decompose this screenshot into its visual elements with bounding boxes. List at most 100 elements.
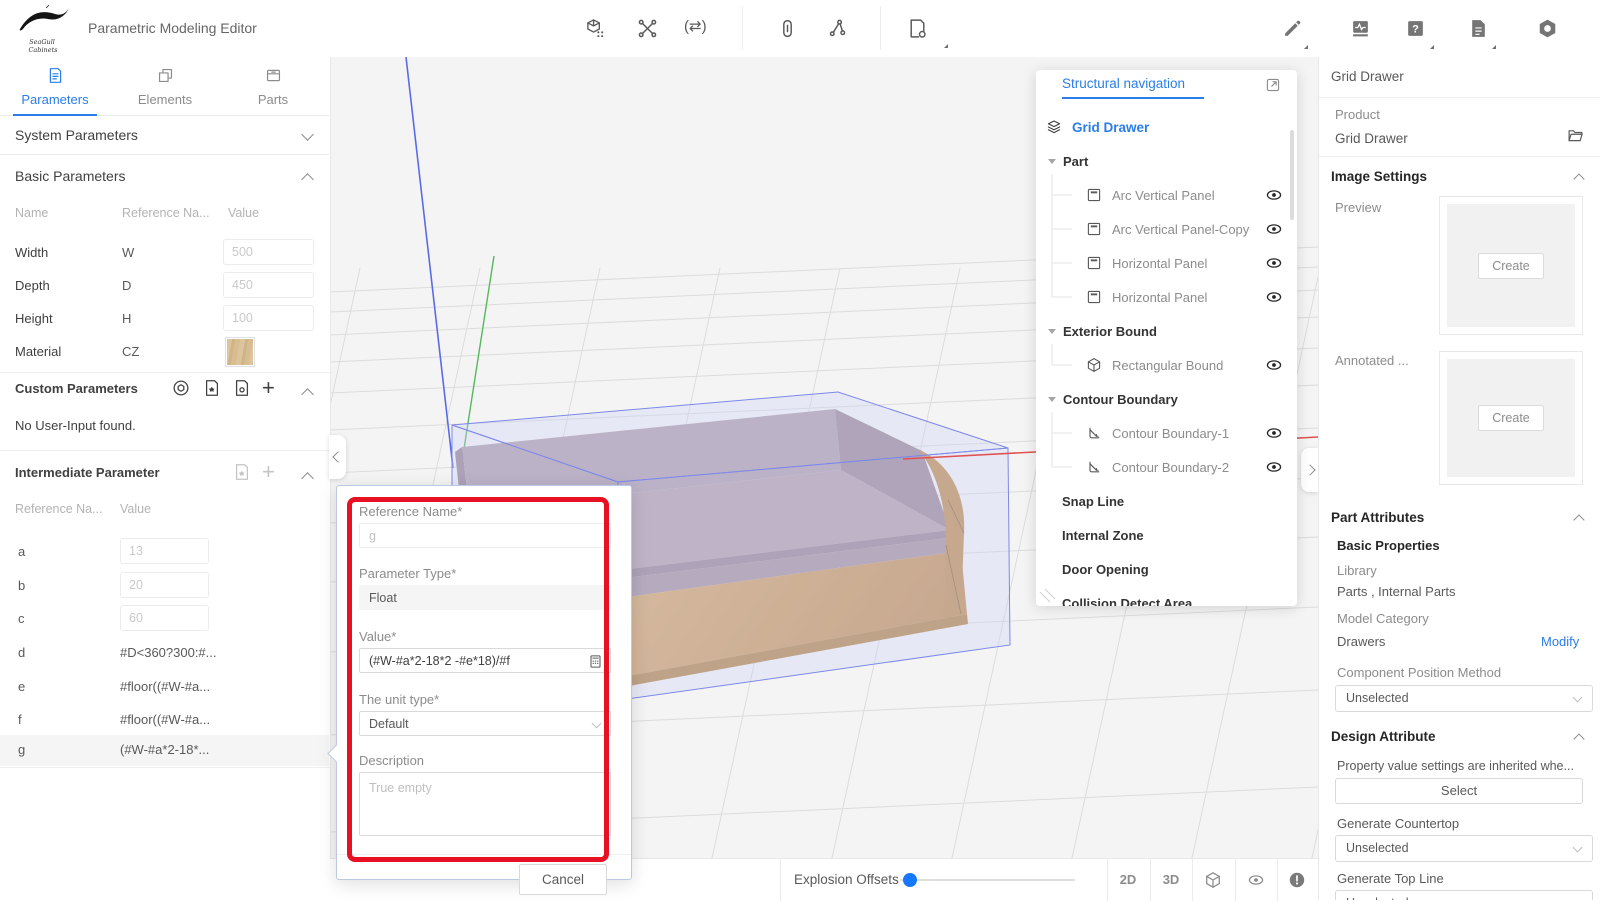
tree-group-exterior-bound[interactable]: Exterior Bound xyxy=(1036,314,1297,348)
document-settings-icon[interactable] xyxy=(907,18,928,39)
doc-save-icon[interactable] xyxy=(233,379,251,397)
value-input[interactable]: (#W-#a*2-18*2 -#e*18)/#f xyxy=(359,648,611,673)
create-annotated-button[interactable]: Create xyxy=(1478,405,1544,431)
edit-pencil-icon[interactable] xyxy=(1282,18,1303,39)
parts-drawer-icon xyxy=(265,67,282,84)
create-preview-button[interactable]: Create xyxy=(1478,253,1544,279)
tree-group-collision-detect-area[interactable]: Collision Detect Area xyxy=(1036,586,1297,606)
tree-item-arc-vertical-panel[interactable]: Arc Vertical Panel xyxy=(1036,178,1297,212)
custom-parameters-title: Custom Parameters xyxy=(15,381,138,396)
chevron-up-icon[interactable] xyxy=(301,173,314,186)
swap-icon[interactable]: (⇄) xyxy=(684,17,707,35)
view-2d-button[interactable]: 2D xyxy=(1107,859,1149,901)
chevron-up-icon[interactable] xyxy=(301,472,314,485)
visibility-eye-icon[interactable] xyxy=(1247,871,1265,889)
tab-elements-label: Elements xyxy=(138,92,192,107)
collapse-left-panel-handle[interactable] xyxy=(329,435,346,479)
help-icon[interactable]: ? xyxy=(1405,18,1426,39)
material-swatch[interactable] xyxy=(225,337,255,367)
expand-panel-icon[interactable] xyxy=(1265,77,1281,93)
inter-g-row-selected[interactable]: g (#W-#a*2-18*... xyxy=(0,735,329,766)
system-parameters-section[interactable]: System Parameters xyxy=(0,116,329,155)
reference-name-input[interactable]: g xyxy=(359,523,611,548)
explosion-slider-thumb[interactable] xyxy=(903,873,917,887)
tree-group-part[interactable]: Part xyxy=(1036,144,1297,178)
chevron-up-icon[interactable] xyxy=(1573,733,1584,744)
unit-type-select[interactable]: Default xyxy=(359,711,611,736)
chevron-up-icon[interactable] xyxy=(1573,173,1584,184)
visibility-eye-icon[interactable] xyxy=(1265,288,1283,306)
doc-star-icon[interactable] xyxy=(203,379,221,397)
open-folder-icon[interactable] xyxy=(1567,127,1584,144)
param-width-input[interactable]: 500 xyxy=(223,239,314,265)
basic-col-name: Name xyxy=(15,206,48,220)
description-textarea[interactable]: True empty xyxy=(359,772,611,836)
tree-item-arc-vertical-panel-copy[interactable]: Arc Vertical Panel-Copy xyxy=(1036,212,1297,246)
tree-item-horizontal-panel-2[interactable]: Horizontal Panel xyxy=(1036,280,1297,314)
tree-group-door-opening[interactable]: Door Opening xyxy=(1036,552,1297,586)
tree-item-rectangular-bound[interactable]: Rectangular Bound xyxy=(1036,348,1297,382)
inter-f-ref: f xyxy=(18,712,22,727)
doc-star-icon-disabled[interactable] xyxy=(233,463,251,481)
param-height-input[interactable]: 100 xyxy=(223,305,314,331)
param-depth-ref: D xyxy=(122,278,131,293)
select-button[interactable]: Select xyxy=(1335,778,1583,804)
chevron-up-icon[interactable] xyxy=(301,388,314,401)
settings-nut-icon[interactable] xyxy=(1537,18,1558,39)
component-position-label: Component Position Method xyxy=(1337,665,1501,680)
tree-group-contour-boundary[interactable]: Contour Boundary xyxy=(1036,382,1297,416)
inter-c-input[interactable]: 60 xyxy=(120,605,209,631)
document-icon[interactable] xyxy=(1468,18,1489,39)
inherit-note: Property value settings are inherited wh… xyxy=(1337,759,1585,773)
inter-b-input[interactable]: 20 xyxy=(120,572,209,598)
tree-item-horizontal-panel-1[interactable]: Horizontal Panel xyxy=(1036,246,1297,280)
panel-icon xyxy=(1086,187,1102,203)
inter-e-value[interactable]: #floor((#W-#a... xyxy=(120,679,210,694)
calculator-icon[interactable] xyxy=(588,654,603,669)
tree-group-snap-line[interactable]: Snap Line xyxy=(1036,484,1297,518)
structural-navigation-title[interactable]: Structural navigation xyxy=(1062,76,1185,91)
model-category-label: Model Category xyxy=(1337,611,1429,626)
monitor-pulse-icon[interactable] xyxy=(1350,18,1371,39)
component-position-select[interactable]: Unselected xyxy=(1335,685,1593,712)
visibility-eye-icon[interactable] xyxy=(1265,254,1283,272)
tab-parts[interactable]: Parts xyxy=(228,67,318,107)
chevron-up-icon[interactable] xyxy=(1573,514,1584,525)
visibility-eye-icon[interactable] xyxy=(1265,458,1283,476)
panel-scrollbar[interactable] xyxy=(1290,130,1294,220)
model-cube-icon[interactable] xyxy=(585,18,606,39)
elements-copy-icon xyxy=(157,67,174,84)
visibility-eye-icon[interactable] xyxy=(1265,186,1283,204)
tree-root-grid-drawer[interactable]: Grid Drawer xyxy=(1036,110,1297,144)
target-nut-icon[interactable] xyxy=(172,379,190,397)
joint-icon[interactable] xyxy=(637,18,658,39)
warning-icon[interactable] xyxy=(1288,871,1306,889)
modify-link[interactable]: Modify xyxy=(1541,634,1579,649)
visibility-eye-icon[interactable] xyxy=(1265,220,1283,238)
link-icon[interactable] xyxy=(777,18,798,39)
value-label: Value* xyxy=(359,629,396,644)
add-parameter-icon[interactable]: + xyxy=(262,375,275,401)
tree-group-internal-zone[interactable]: Internal Zone xyxy=(1036,518,1297,552)
inter-f-value[interactable]: #floor((#W-#a... xyxy=(120,712,210,727)
param-width-ref: W xyxy=(122,245,134,260)
param-depth-input[interactable]: 450 xyxy=(223,272,314,298)
tab-elements[interactable]: Elements xyxy=(120,67,210,107)
tree-item-contour-boundary-1[interactable]: Contour Boundary-1 xyxy=(1036,416,1297,450)
add-intermediate-icon[interactable]: + xyxy=(262,459,275,485)
inter-a-input[interactable]: 13 xyxy=(120,538,209,564)
graph-nodes-icon[interactable] xyxy=(827,18,848,39)
view-3d-button[interactable]: 3D xyxy=(1150,859,1192,901)
tab-parameters[interactable]: Parameters xyxy=(10,67,100,107)
generate-countertop-select[interactable]: Unselected xyxy=(1335,835,1593,862)
visibility-eye-icon[interactable] xyxy=(1265,356,1283,374)
explosion-slider-track[interactable] xyxy=(900,879,1075,881)
visibility-eye-icon[interactable] xyxy=(1265,424,1283,442)
cancel-button[interactable]: Cancel xyxy=(519,864,607,895)
tree-item-contour-boundary-2[interactable]: Contour Boundary-2 xyxy=(1036,450,1297,484)
collapse-right-panel-handle[interactable] xyxy=(1301,448,1318,492)
inter-d-value[interactable]: #D<360?300:#... xyxy=(120,645,217,660)
inter-a-ref: a xyxy=(18,544,25,559)
generate-top-line-select[interactable]: Unselected xyxy=(1335,890,1593,900)
bounding-cube-icon[interactable] xyxy=(1204,871,1222,889)
